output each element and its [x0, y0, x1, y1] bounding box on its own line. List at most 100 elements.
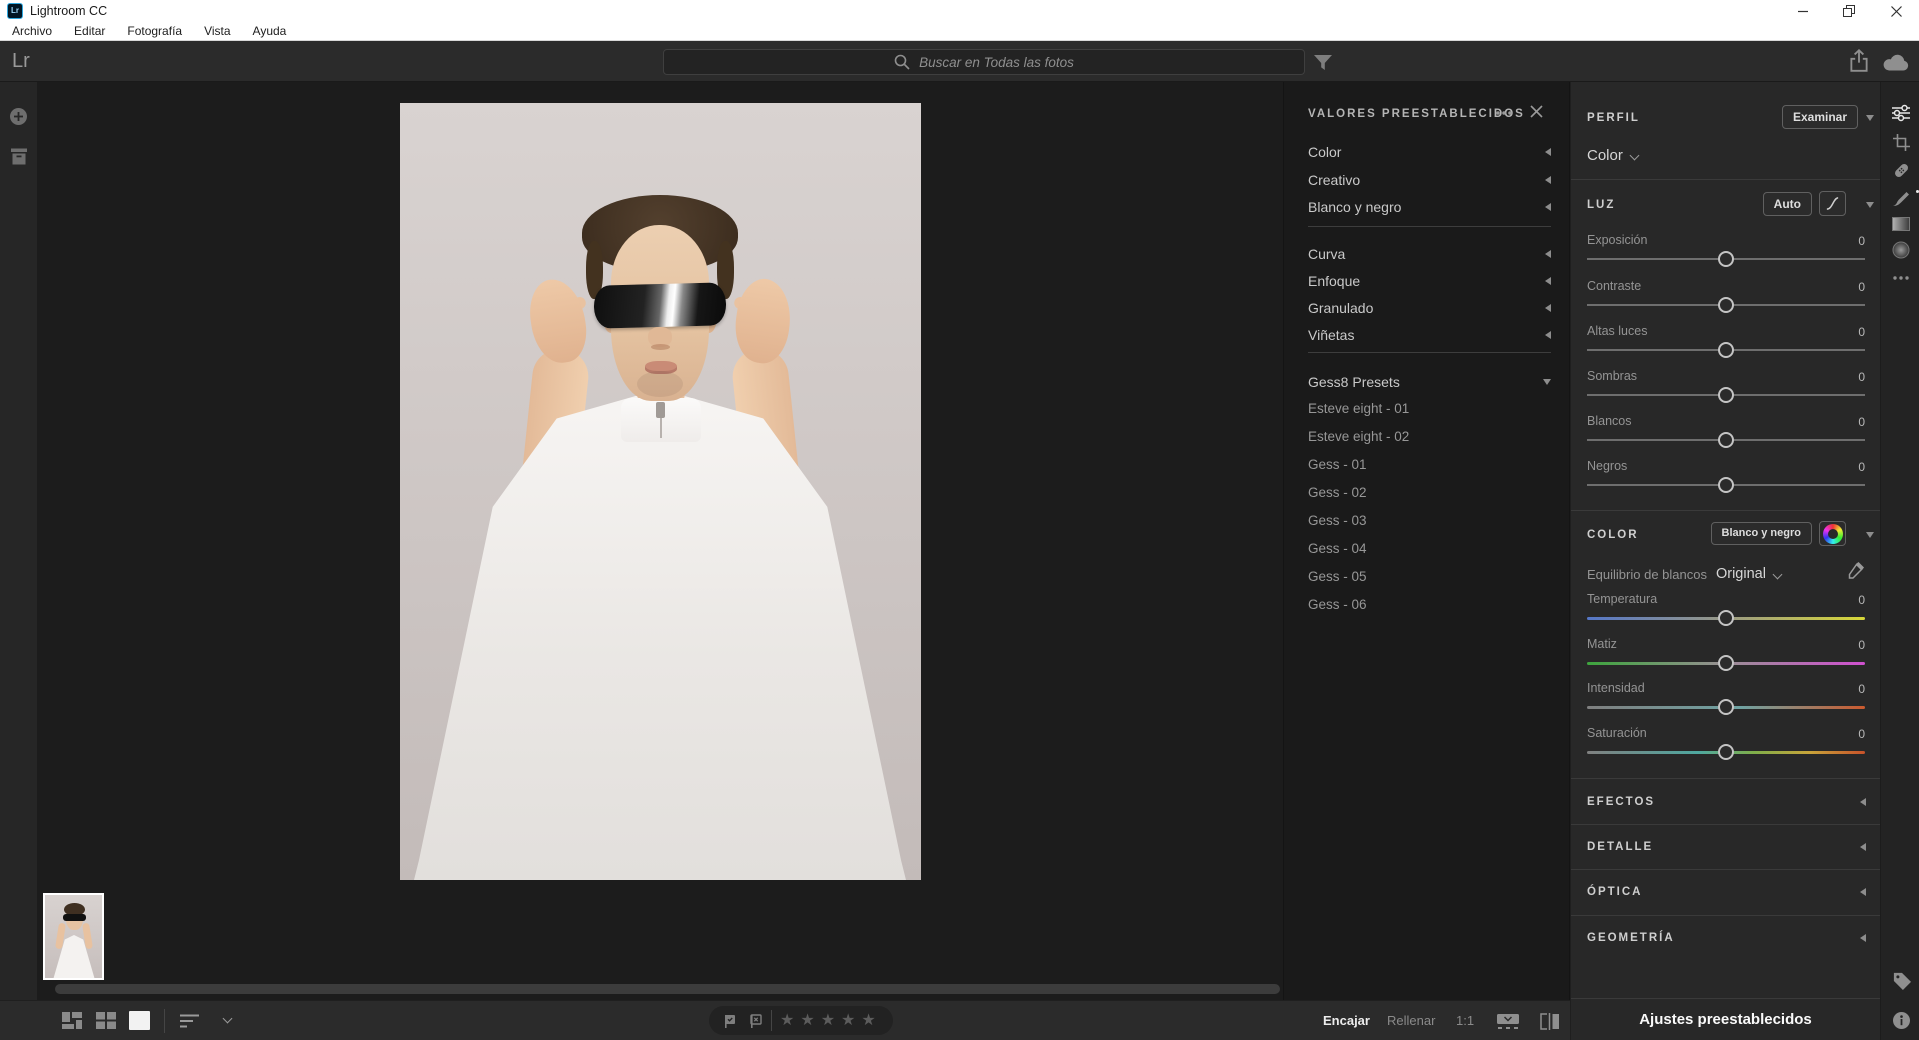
filmstrip-toggle-icon[interactable]: [1496, 1013, 1520, 1030]
filmstrip-scrollbar[interactable]: [55, 984, 1280, 994]
detail-view-icon[interactable]: [129, 1011, 150, 1030]
info-icon: [1892, 1011, 1911, 1030]
sort-icon[interactable]: [180, 1014, 199, 1028]
preset-item[interactable]: Gess - 06: [1308, 590, 1551, 618]
geometry-section-header[interactable]: GEOMETRÍA: [1587, 924, 1866, 952]
keywords-button[interactable]: [1891, 970, 1911, 990]
info-button[interactable]: [1891, 1010, 1911, 1030]
preset-group-granulado[interactable]: Granulado: [1308, 294, 1551, 321]
preset-group-gess8[interactable]: Gess8 Presets: [1308, 368, 1551, 395]
main-photo[interactable]: [400, 103, 921, 880]
slider-track[interactable]: [1587, 439, 1865, 441]
detail-section-header[interactable]: DETALLE: [1587, 833, 1866, 861]
zoom-1-1-button[interactable]: 1:1: [1456, 1013, 1474, 1028]
slider-knob[interactable]: [1718, 699, 1734, 715]
filmstrip-thumbnail[interactable]: [43, 893, 104, 980]
slider-knob[interactable]: [1718, 251, 1734, 267]
filter-icon[interactable]: [1312, 54, 1334, 71]
menu-archivo[interactable]: Archivo: [8, 24, 56, 38]
slider-track[interactable]: [1587, 484, 1865, 486]
menu-ayuda[interactable]: Ayuda: [249, 24, 291, 38]
browse-profiles-button[interactable]: Examinar: [1782, 105, 1858, 129]
before-after-icon[interactable]: [1540, 1013, 1560, 1030]
lr-home-logo[interactable]: Lr: [12, 50, 30, 73]
slider-knob[interactable]: [1718, 342, 1734, 358]
preset-item[interactable]: Gess - 03: [1308, 506, 1551, 534]
slider-track[interactable]: [1587, 394, 1865, 396]
zoom-fit-button[interactable]: Encajar: [1323, 1013, 1370, 1028]
white-balance-dropdown[interactable]: Original: [1716, 566, 1766, 582]
presets-more-icon[interactable]: [1495, 110, 1513, 116]
slider-knob[interactable]: [1718, 387, 1734, 403]
star-icon[interactable]: ★: [821, 1013, 835, 1029]
auto-button[interactable]: Auto: [1763, 192, 1812, 216]
slider-knob[interactable]: [1718, 432, 1734, 448]
preset-item[interactable]: Esteve eight - 02: [1308, 422, 1551, 450]
preset-item[interactable]: Gess - 01: [1308, 450, 1551, 478]
slider-track[interactable]: [1587, 349, 1865, 351]
star-icon[interactable]: ★: [800, 1013, 814, 1029]
star-icon[interactable]: ★: [841, 1013, 855, 1029]
eyedropper-icon[interactable]: [1845, 562, 1864, 581]
search-input[interactable]: Buscar en Todas las fotos: [663, 49, 1305, 75]
close-button[interactable]: [1873, 0, 1919, 22]
menu-fotografia[interactable]: Fotografía: [123, 24, 186, 38]
preset-group-curva[interactable]: Curva: [1308, 240, 1551, 267]
color-wheel-button[interactable]: [1819, 521, 1846, 546]
brush-tool-button[interactable]: [1891, 188, 1911, 208]
presets-toggle-button[interactable]: Ajustes preestablecidos: [1571, 998, 1880, 1040]
menu-editar[interactable]: Editar: [70, 24, 109, 38]
photo-grid-view-icon[interactable]: [62, 1012, 82, 1029]
slider-knob[interactable]: [1718, 477, 1734, 493]
preset-item[interactable]: Gess - 04: [1308, 534, 1551, 562]
slider-track[interactable]: [1587, 258, 1865, 260]
more-tools-button[interactable]: [1891, 268, 1911, 288]
minimize-button[interactable]: [1780, 0, 1826, 22]
preset-item[interactable]: Gess - 02: [1308, 478, 1551, 506]
restore-button[interactable]: [1826, 0, 1872, 22]
profile-dropdown[interactable]: Color: [1587, 141, 1866, 169]
cloud-sync-icon[interactable]: [1882, 53, 1910, 71]
flag-reject-icon[interactable]: [748, 1013, 764, 1029]
share-icon[interactable]: [1848, 49, 1870, 73]
slider-blancos: Blancos 0: [1587, 414, 1865, 454]
divider: [1571, 824, 1880, 825]
preset-item[interactable]: Esteve eight - 01: [1308, 394, 1551, 422]
optics-section-header[interactable]: ÓPTICA: [1587, 878, 1866, 906]
flag-pick-icon[interactable]: [722, 1013, 738, 1029]
menu-vista[interactable]: Vista: [200, 24, 234, 38]
healing-tool-button[interactable]: [1891, 160, 1911, 180]
slider-track[interactable]: [1587, 662, 1865, 665]
radial-gradient-tool-button[interactable]: [1891, 240, 1911, 260]
preset-item[interactable]: Gess - 05: [1308, 562, 1551, 590]
crop-tool-button[interactable]: [1891, 132, 1911, 152]
preset-group-blanco-y-negro[interactable]: Blanco y negro: [1308, 193, 1551, 220]
star-icon[interactable]: ★: [780, 1013, 794, 1029]
effects-section-header[interactable]: EFECTOS: [1587, 788, 1866, 816]
linear-gradient-tool-button[interactable]: [1891, 214, 1911, 234]
slider-track[interactable]: [1587, 617, 1865, 620]
square-grid-view-icon[interactable]: [96, 1012, 116, 1029]
collapse-left-icon: [1545, 304, 1551, 312]
chevron-down-icon[interactable]: [223, 1014, 233, 1024]
slider-knob[interactable]: [1718, 610, 1734, 626]
slider-knob[interactable]: [1718, 297, 1734, 313]
my-photos-icon[interactable]: [10, 148, 28, 165]
slider-knob[interactable]: [1718, 744, 1734, 760]
edit-tool-button[interactable]: [1891, 103, 1911, 123]
add-photos-icon[interactable]: [9, 107, 28, 126]
slider-track[interactable]: [1587, 706, 1865, 709]
preset-group-creativo[interactable]: Creativo: [1308, 166, 1551, 193]
preset-group-vinetas[interactable]: Viñetas: [1308, 321, 1551, 348]
preset-group-enfoque[interactable]: Enfoque: [1308, 267, 1551, 294]
zoom-fill-button[interactable]: Rellenar: [1387, 1013, 1435, 1028]
presets-close-icon[interactable]: [1530, 105, 1543, 118]
slider-track[interactable]: [1587, 304, 1865, 306]
star-icon[interactable]: ★: [861, 1013, 875, 1029]
slider-track[interactable]: [1587, 751, 1865, 754]
tone-curve-button[interactable]: [1819, 191, 1846, 216]
preset-group-color[interactable]: Color: [1308, 138, 1551, 165]
chevron-down-icon: [1629, 150, 1639, 160]
black-white-button[interactable]: Blanco y negro: [1711, 522, 1812, 545]
slider-knob[interactable]: [1718, 655, 1734, 671]
